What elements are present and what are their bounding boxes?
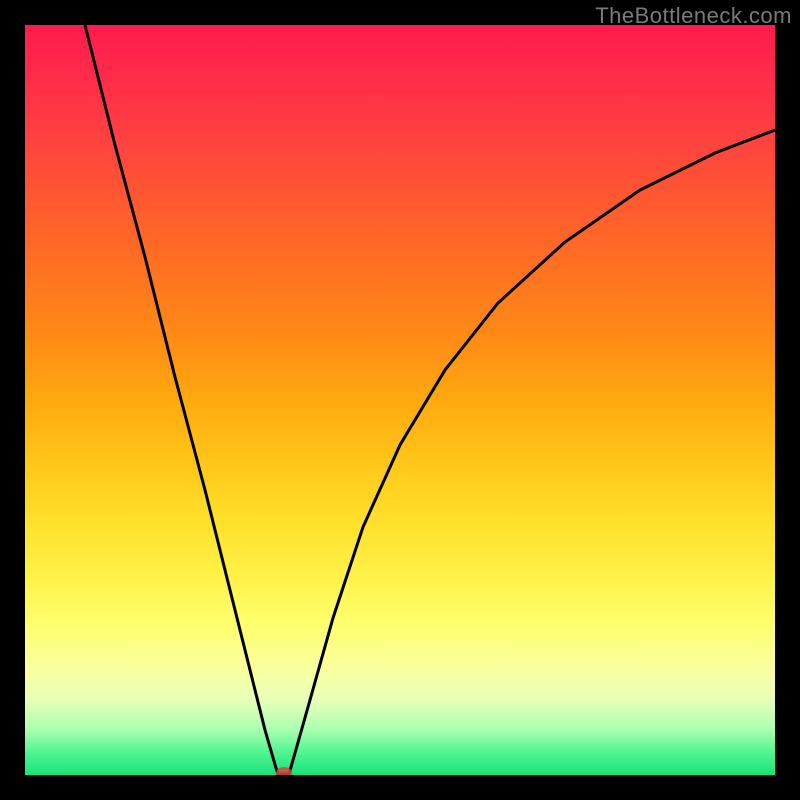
plot-area bbox=[25, 25, 775, 775]
bottleneck-curve bbox=[85, 25, 775, 774]
chart-frame: TheBottleneck.com bbox=[0, 0, 800, 800]
watermark-text: TheBottleneck.com bbox=[595, 3, 792, 29]
curve-svg bbox=[25, 25, 775, 775]
